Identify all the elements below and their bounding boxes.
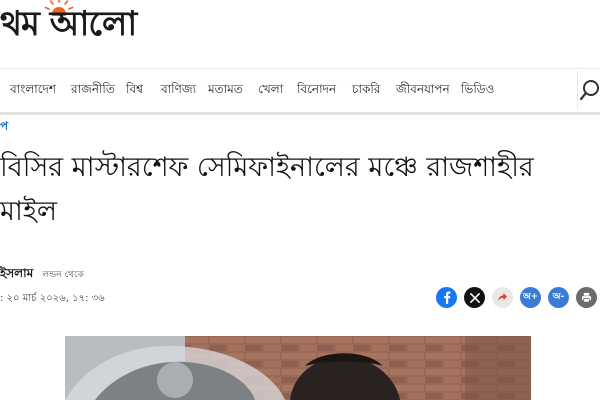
article-page: থম আলো বাংলাদেশ রাজনীতি বিশ্ব বাণিজ্য মত…	[0, 0, 600, 400]
nav-item-jobs[interactable]: চাকরি	[352, 81, 380, 97]
publish-date: : ২০ মার্চ ২০২৬, ১৭: ৩৬	[0, 293, 105, 304]
nav-item-lifestyle[interactable]: জীবনযাপন	[396, 81, 450, 97]
breadcrumb[interactable]: প	[0, 118, 8, 134]
facebook-icon	[443, 291, 450, 304]
nav-item-video[interactable]: ভিডিও	[461, 81, 494, 97]
nav-item-opinion[interactable]: মতামত	[208, 81, 243, 97]
x-icon	[469, 292, 480, 303]
logo-text: থম আলো	[0, 4, 137, 44]
nav-bottom-divider	[0, 112, 600, 115]
article-hero-image	[65, 336, 531, 400]
prothom-alo-logo[interactable]: থম আলো	[0, 0, 175, 46]
font-increase-button[interactable]: অ+	[520, 287, 541, 308]
font-decrease-label: অ-	[552, 292, 565, 302]
share-icon	[497, 292, 508, 302]
search-icon[interactable]	[580, 79, 600, 101]
print-button[interactable]	[576, 287, 597, 308]
nav-item-bangladesh[interactable]: বাংলাদেশ	[10, 81, 56, 97]
nav-item-politics[interactable]: রাজনীতি	[71, 81, 115, 97]
print-icon	[581, 292, 592, 303]
facebook-share-button[interactable]	[436, 287, 457, 308]
main-nav: বাংলাদেশ রাজনীতি বিশ্ব বাণিজ্য মতামত খেল…	[0, 69, 600, 111]
nav-item-entertainment[interactable]: বিনোদন	[297, 81, 336, 97]
nav-item-business[interactable]: বাণিজ্য	[161, 81, 196, 97]
nav-item-sports[interactable]: খেলা	[258, 81, 283, 97]
author-name[interactable]: ইসলাম	[0, 266, 33, 280]
font-increase-label: অ+	[522, 292, 539, 302]
font-decrease-button[interactable]: অ-	[548, 287, 569, 308]
article-headline: বিসির মাস্টারশেফ সেমিফাইনালের মঞ্চে রাজশ…	[0, 152, 534, 227]
author-location: লন্ডন থেকে	[42, 270, 84, 280]
author-row: ইসলাম লন্ডন থেকে	[0, 262, 84, 285]
share-button[interactable]	[492, 287, 513, 308]
x-share-button[interactable]	[464, 287, 485, 308]
nav-search-divider	[577, 71, 578, 109]
nav-item-world[interactable]: বিশ্ব	[126, 81, 143, 97]
